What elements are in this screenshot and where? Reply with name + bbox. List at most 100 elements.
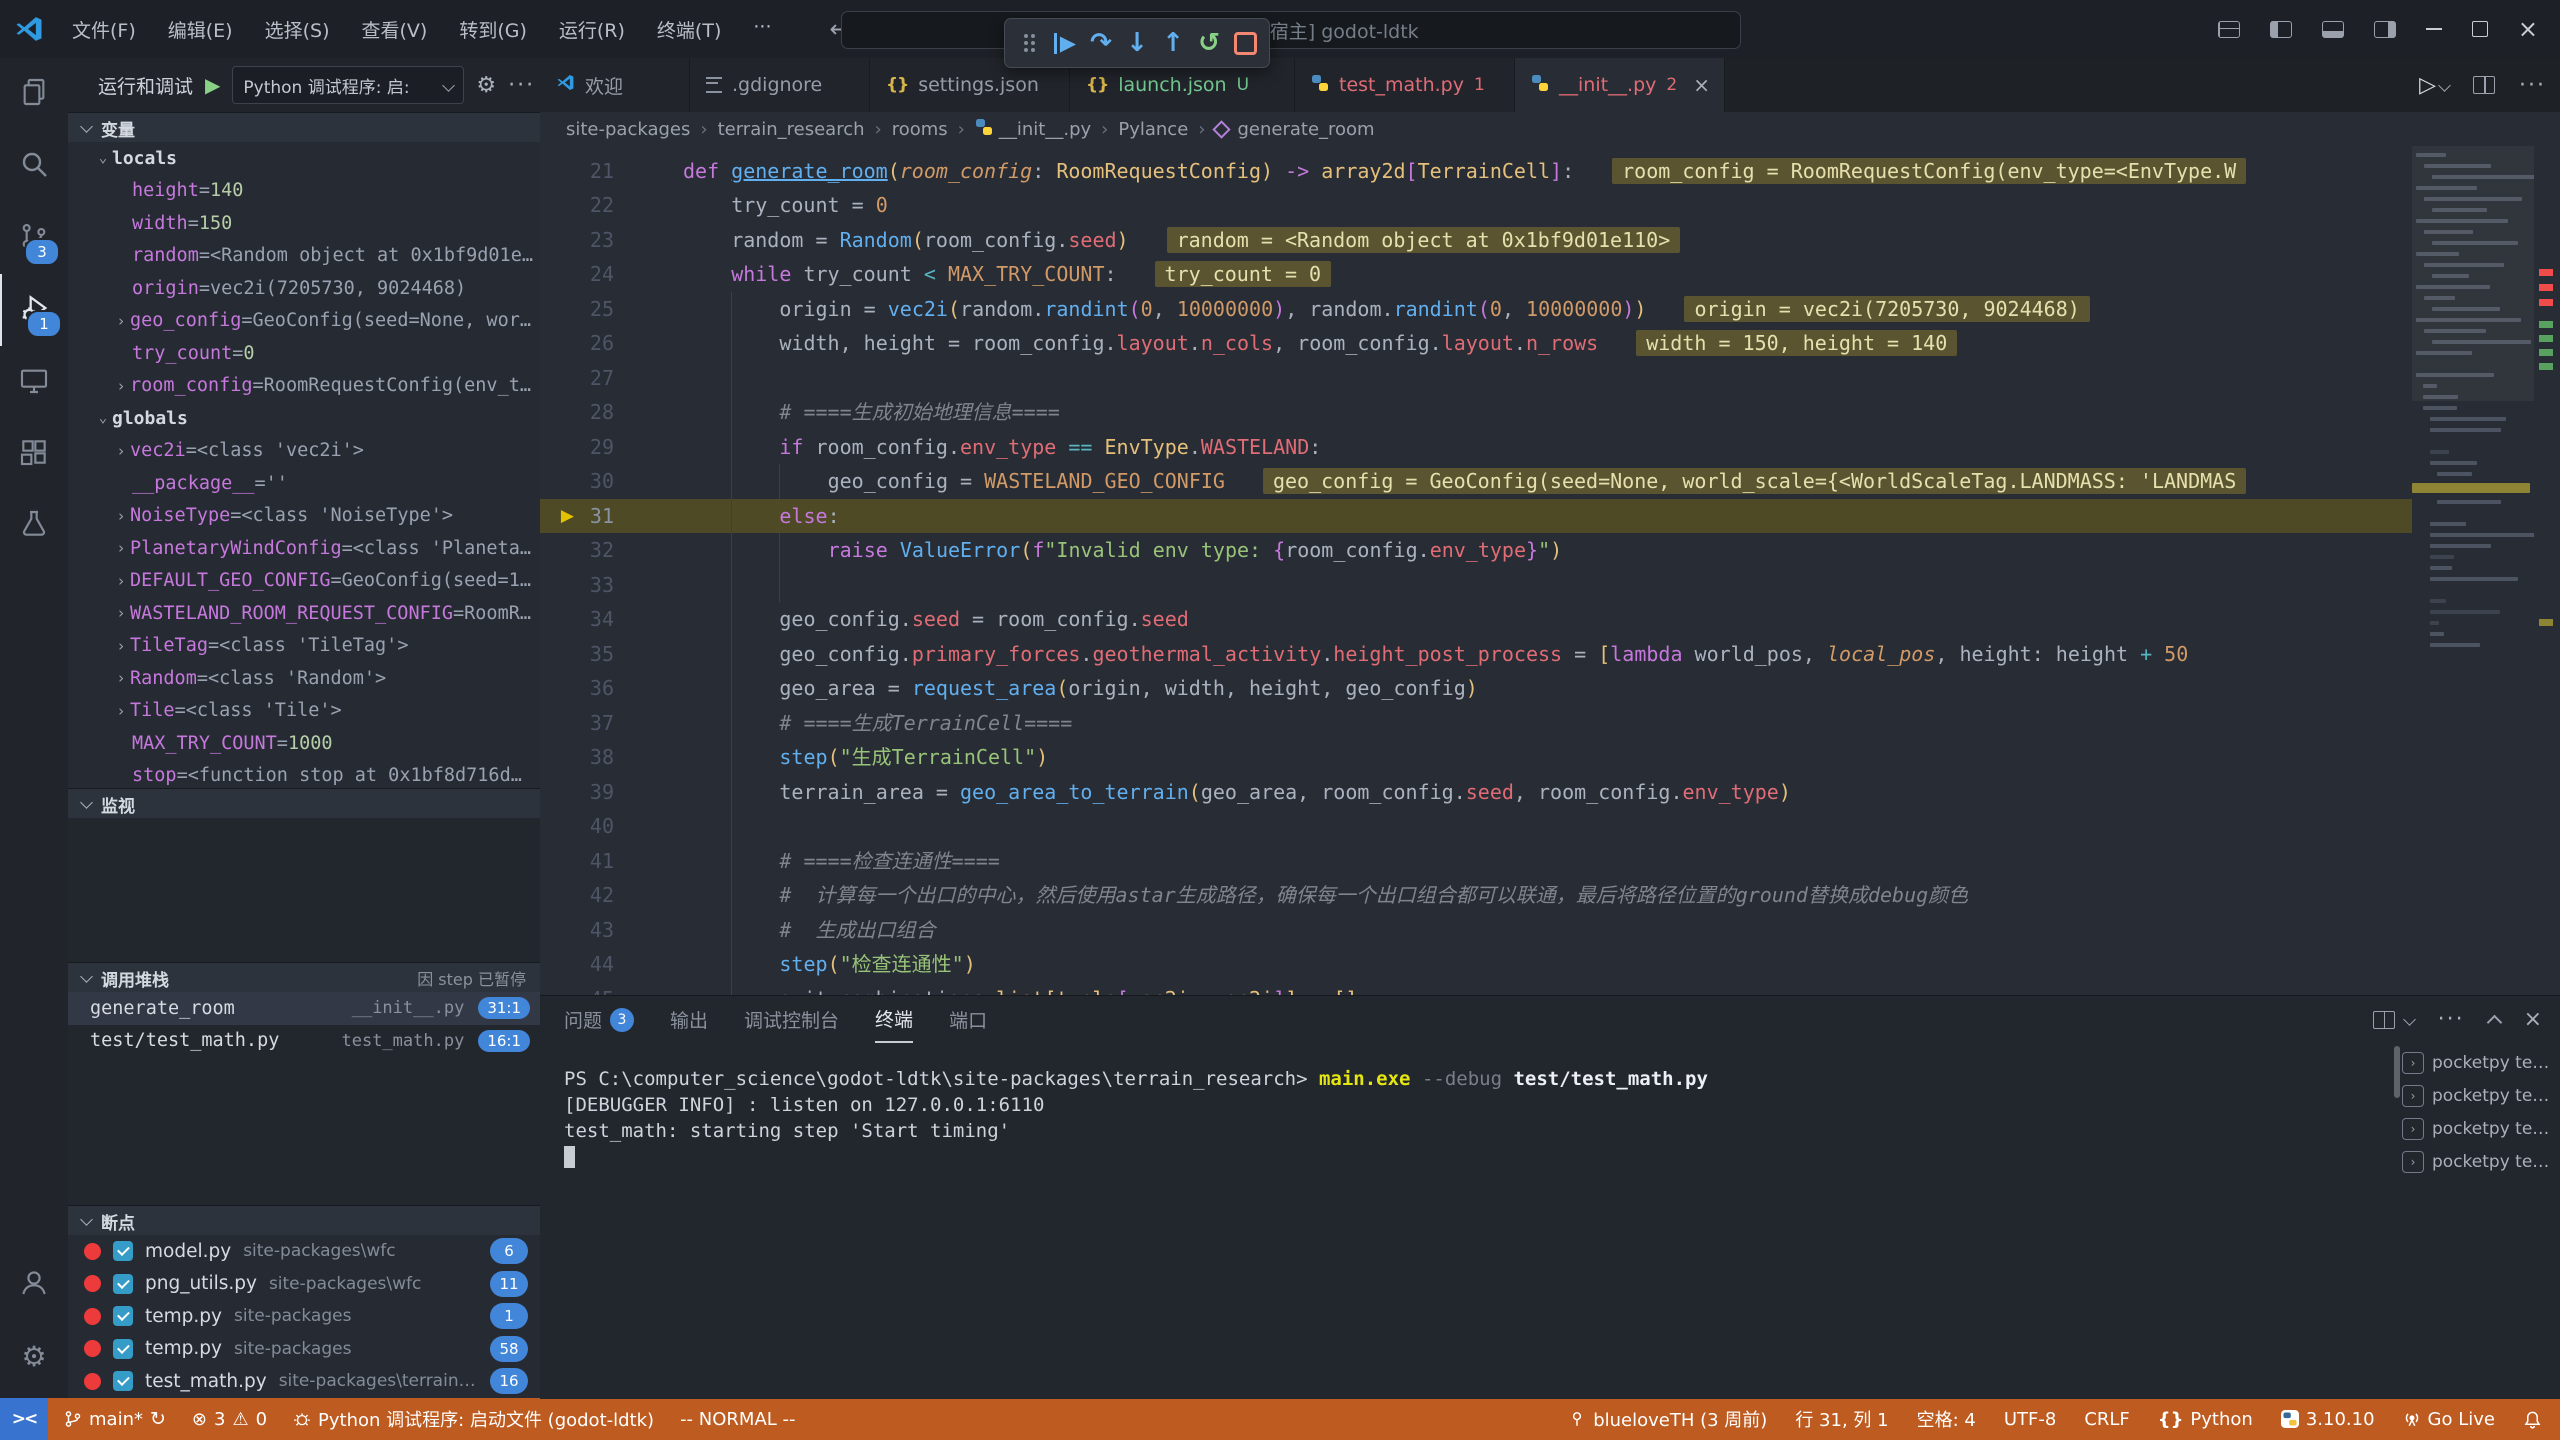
code-line-38[interactable]: 38step("生成TerrainCell") [540,740,2560,775]
code-line-23[interactable]: 23random = Random(room_config.seed)rando… [540,223,2560,258]
tab-__init__.py[interactable]: __init__.py2× [1515,58,1725,112]
tab-close-icon[interactable]: × [1693,73,1710,97]
run-python-file-button[interactable]: ▷ [2419,73,2449,98]
tab-.gdignore[interactable]: .gdignore [690,58,870,112]
terminal-instance-2[interactable]: ›pocketpy te… [2402,1079,2552,1112]
stack-frame-generate_room[interactable]: generate_room__init__.py31:1 [68,992,540,1025]
editor-more-actions-icon[interactable]: ··· [2519,73,2546,98]
menu-item-1[interactable]: 文件(F) [60,10,148,49]
variable-group-locals[interactable]: ⌄locals [68,142,540,175]
breakpoint-checkbox[interactable] [113,1306,133,1326]
menu-item-5[interactable]: 转到(G) [447,10,539,49]
blame-author[interactable]: blueloveTH (3 周前) [1568,1406,1767,1432]
code-line-43[interactable]: 43# 生成出口组合 [540,913,2560,948]
menu-item-3[interactable]: 选择(S) [253,10,342,49]
tab-test_math.py[interactable]: test_math.py1 [1295,58,1515,112]
breadcrumb-item-site-packages[interactable]: site-packages [566,119,690,140]
panel-tab-端口[interactable]: 端口 [949,996,987,1043]
encoding-status[interactable]: UTF-8 [2004,1409,2056,1430]
code-line-40[interactable]: 40 [540,809,2560,844]
more-actions-icon[interactable]: ··· [508,73,535,98]
variable-try_count[interactable]: try_count = 0 [68,337,540,370]
code-line-24[interactable]: 24while try_count < MAX_TRY_COUNT:try_co… [540,257,2560,292]
code-line-26[interactable]: 26width, height = room_config.layout.n_c… [540,326,2560,361]
code-line-30[interactable]: 30geo_config = WASTELAND_GEO_CONFIGgeo_c… [540,464,2560,499]
breakpoint-row-3[interactable]: temp.pysite-packages1 [68,1300,540,1333]
panel-tab-调试控制台[interactable]: 调试控制台 [744,996,839,1043]
terminal-instance-1[interactable]: ›pocketpy te… [2402,1046,2552,1079]
breadcrumb-item-terrain_research[interactable]: terrain_research [718,119,865,140]
indentation-status[interactable]: 空格: 4 [1917,1406,1976,1432]
panel-more-actions-icon[interactable]: ··· [2438,1007,2465,1032]
customize-layout-icon[interactable] [2218,21,2240,38]
variable-DEFAULT_GEO_CONFIG[interactable]: ›DEFAULT_GEO_CONFIG = GeoConfig(seed=1… [68,565,540,598]
notifications-bell-icon[interactable] [2523,1410,2542,1429]
menu-item-4[interactable]: 查看(V) [350,10,440,49]
variable-TileTag[interactable]: ›TileTag = <class 'TileTag'> [68,630,540,663]
breadcrumb-item-generate_room[interactable]: generate_room [1215,119,1374,140]
python-interpreter[interactable]: 3.10.10 [2281,1409,2375,1430]
breadcrumb-item-rooms[interactable]: rooms [892,119,948,140]
breakpoint-row-5[interactable]: test_math.pysite-packages\terrain_res…16 [68,1365,540,1398]
variable-Random[interactable]: ›Random = <class 'Random'> [68,662,540,695]
close-panel-icon[interactable]: × [2524,1007,2542,1032]
variable-width[interactable]: width = 150 [68,207,540,240]
variable-origin[interactable]: origin = vec2i(7205730, 9024468) [68,272,540,305]
split-terminal-icon[interactable] [2373,1011,2395,1029]
variable-height[interactable]: height = 140 [68,175,540,208]
toggle-secondary-sidebar-icon[interactable] [2374,21,2396,38]
restart-button[interactable]: ↺ [1194,26,1224,60]
activity-item-search[interactable] [0,130,68,202]
variable-NoiseType[interactable]: ›NoiseType = <class 'NoiseType'> [68,500,540,533]
variable-random[interactable]: random = <Random object at 0x1bf9d01e… [68,240,540,273]
variable-WASTELAND_ROOM_REQUEST_CONFIG[interactable]: ›WASTELAND_ROOM_REQUEST_CONFIG = RoomR… [68,597,540,630]
minimap[interactable] [2412,146,2534,995]
vim-mode-indicator[interactable]: -- NORMAL -- [680,1409,795,1430]
panel-tab-问题[interactable]: 问题3 [564,996,634,1043]
code-line-39[interactable]: 39terrain_area = geo_area_to_terrain(geo… [540,775,2560,810]
code-line-25[interactable]: 25origin = vec2i(random.randint(0, 10000… [540,292,2560,327]
maximize-panel-icon[interactable] [2486,1014,2502,1030]
tab-欢迎[interactable]: 欢迎 [540,58,690,112]
menu-item-2[interactable]: 编辑(E) [156,10,245,49]
step-over-button[interactable]: ↷ [1086,26,1116,60]
terminal-instance-3[interactable]: ›pocketpy te… [2402,1112,2552,1145]
eol-status[interactable]: CRLF [2084,1409,2129,1430]
toggle-sidebar-icon[interactable] [2270,21,2292,38]
variable-stop[interactable]: stop = <function stop at 0x1bf8d716d… [68,760,540,789]
start-debug-icon[interactable]: ▶ [205,73,220,97]
code-line-41[interactable]: 41# ====检查连通性==== [540,844,2560,879]
code-line-45[interactable]: 45exit_combinations:list[tuple[vec2i, ve… [540,982,2560,996]
terminal-scrollbar[interactable] [2394,1046,2400,1098]
panel-tab-输出[interactable]: 输出 [670,996,708,1043]
window-close-icon[interactable]: × [2518,17,2538,41]
code-line-42[interactable]: 42# 计算每一个出口的中心，然后使用astar生成路径，确保每一个出口组合都可… [540,878,2560,913]
activity-item-remote-explorer[interactable] [0,346,68,418]
split-editor-icon[interactable] [2473,76,2495,94]
variable-Tile[interactable]: ›Tile = <class 'Tile'> [68,695,540,728]
variable-PlanetaryWindConfig[interactable]: ›PlanetaryWindConfig = <class 'Planeta… [68,532,540,565]
command-center-search[interactable]: [扩展开发宿主] godot-ldtk [841,11,1741,49]
breakpoint-checkbox[interactable] [113,1274,133,1294]
breakpoint-row-4[interactable]: temp.pysite-packages58 [68,1333,540,1366]
code-line-21[interactable]: 21def generate_room(room_config: RoomReq… [540,154,2560,189]
minimap-slider[interactable] [2412,146,2534,401]
breadcrumb-item-Pylance[interactable]: Pylance [1118,119,1188,140]
activity-item-settings[interactable]: ⚙ [0,1320,68,1392]
code-line-29[interactable]: 29if room_config.env_type == EnvType.WAS… [540,430,2560,465]
activity-item-explorer[interactable] [0,58,68,130]
go-live-button[interactable]: Go Live [2403,1409,2495,1430]
breakpoint-row-1[interactable]: model.pysite-packages\wfc6 [68,1235,540,1268]
code-line-35[interactable]: 35geo_config.primary_forces.geothermal_a… [540,637,2560,672]
activity-item-run-debug[interactable]: 1 [0,274,70,346]
code-line-31[interactable]: ▶31else: [540,499,2560,534]
variable-group-globals[interactable]: ⌄globals [68,402,540,435]
terminal-output[interactable]: PS C:\computer_science\godot-ldtk\site-p… [564,1066,2370,1389]
cursor-position[interactable]: 行 31, 列 1 [1795,1406,1888,1432]
activity-item-testing[interactable] [0,490,68,562]
panel-tab-终端[interactable]: 终端 [875,996,913,1043]
variable-vec2i[interactable]: ›vec2i = <class 'vec2i'> [68,435,540,468]
variable-geo_config[interactable]: ›geo_config = GeoConfig(seed=None, wor… [68,305,540,338]
breakpoint-row-2[interactable]: png_utils.pysite-packages\wfc11 [68,1268,540,1301]
code-line-22[interactable]: 22try_count = 0 [540,188,2560,223]
